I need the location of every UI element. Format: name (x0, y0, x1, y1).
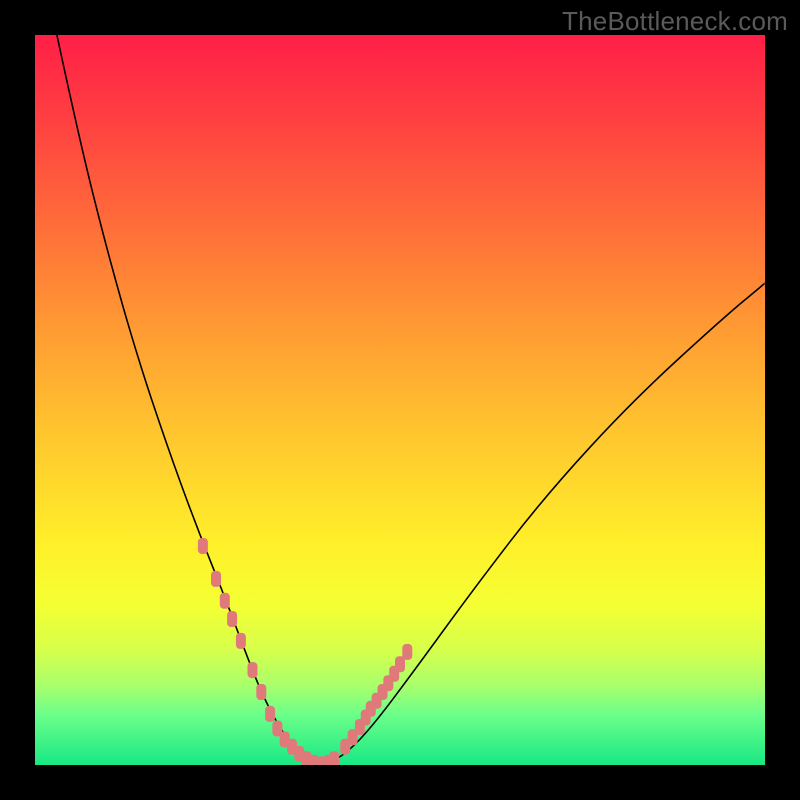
marker-dot (329, 751, 339, 765)
marker-dot (248, 662, 258, 678)
marker-dot (211, 571, 221, 587)
marker-dot (198, 538, 208, 554)
marker-dot (402, 644, 412, 660)
marker-dot (256, 684, 266, 700)
chart-svg (35, 35, 765, 765)
highlight-dots (198, 538, 412, 765)
watermark-text: TheBottleneck.com (562, 6, 788, 37)
marker-dot (265, 706, 275, 722)
chart-frame: TheBottleneck.com (0, 0, 800, 800)
marker-dot (227, 611, 237, 627)
marker-dot (236, 633, 246, 649)
marker-dot (220, 593, 230, 609)
plot-area (35, 35, 765, 765)
